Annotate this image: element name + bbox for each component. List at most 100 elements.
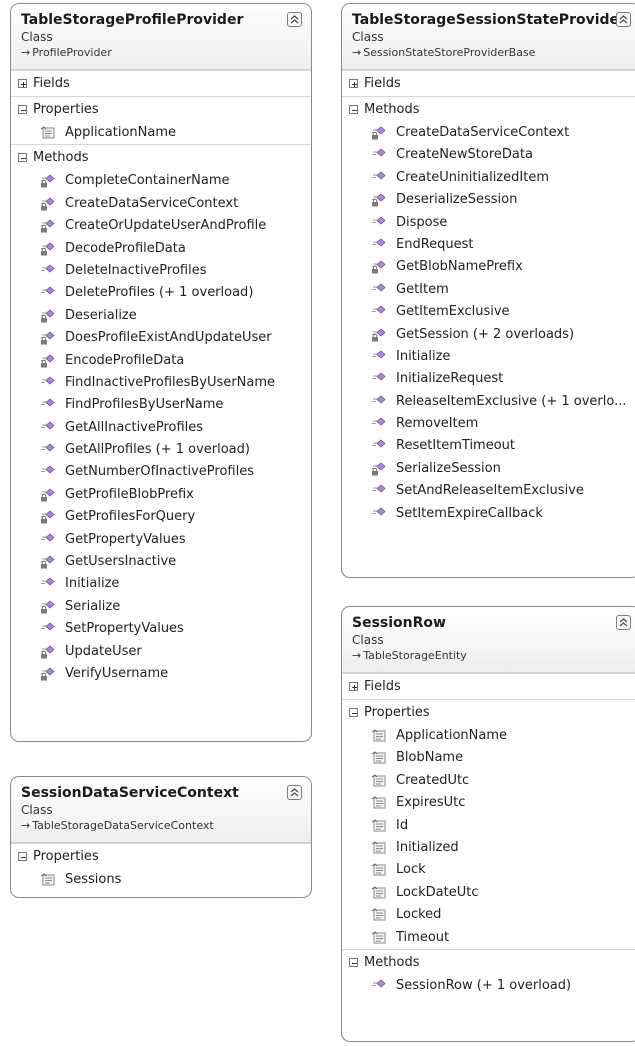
method-item[interactable]: GetUsersInactive <box>11 551 311 573</box>
collapse-card-icon[interactable] <box>287 12 302 27</box>
method-item[interactable]: SetPropertyValues <box>11 618 311 640</box>
collapse-section-icon[interactable] <box>18 852 27 861</box>
method-item[interactable]: GetItem <box>342 279 635 301</box>
class-card-tablestoragesessionstateprovider[interactable]: TableStorageSessionStateProvider Class →… <box>341 3 635 578</box>
method-item[interactable]: DoesProfileExistAndUpdateUser <box>11 327 311 349</box>
class-kind: Class <box>21 30 53 44</box>
method-item[interactable]: DeleteProfiles (+ 1 overload) <box>11 282 311 304</box>
collapse-section-icon[interactable] <box>349 708 358 717</box>
method-item[interactable]: VerifyUsername <box>11 663 311 685</box>
class-card-sessiondataservicecontext[interactable]: SessionDataServiceContext Class → TableSt… <box>10 776 312 898</box>
property-item[interactable]: Sessions <box>11 869 311 891</box>
collapse-card-icon[interactable] <box>616 12 631 27</box>
section-fields[interactable]: Fields <box>11 70 311 96</box>
property-item[interactable]: Lock <box>342 859 635 881</box>
expand-icon[interactable] <box>349 79 358 88</box>
method-item[interactable]: RemoveItem <box>342 413 635 435</box>
section-methods[interactable]: Methods <box>11 144 311 170</box>
method-item[interactable]: CompleteContainerName <box>11 170 311 192</box>
method-name: GetSession (+ 2 overloads) <box>396 326 575 342</box>
section-methods[interactable]: Methods <box>342 96 635 122</box>
class-card-sessionrow[interactable]: SessionRow Class → TableStorageEntity Fie… <box>341 606 635 1042</box>
property-item[interactable]: ExpiresUtc <box>342 792 635 814</box>
inheritance-arrow-icon: → <box>21 819 31 832</box>
method-item[interactable]: ResetItemTimeout <box>342 435 635 457</box>
section-methods[interactable]: Methods <box>342 948 635 975</box>
card-header: SessionRow Class → TableStorageEntity <box>342 607 635 673</box>
property-item[interactable]: ApplicationName <box>11 122 311 144</box>
method-item[interactable]: CreateDataServiceContext <box>11 193 311 215</box>
property-item[interactable]: BlobName <box>342 747 635 769</box>
method-item[interactable]: GetNumberOfInactiveProfiles <box>11 461 311 483</box>
method-item[interactable]: EndRequest <box>342 234 635 256</box>
method-item[interactable]: SerializeSession <box>342 458 635 480</box>
method-item[interactable]: GetItemExclusive <box>342 301 635 323</box>
section-properties[interactable]: Properties <box>11 843 311 869</box>
method-item[interactable]: Initialize <box>342 346 635 368</box>
method-item[interactable]: CreateDataServiceContext <box>342 122 635 144</box>
method-item[interactable]: DeserializeSession <box>342 189 635 211</box>
collapse-card-icon[interactable] <box>287 785 302 800</box>
method-item[interactable]: SetAndReleaseItemExclusive <box>342 480 635 502</box>
property-item[interactable]: Initialized <box>342 837 635 859</box>
method-item[interactable]: UpdateUser <box>11 641 311 663</box>
method-icon <box>371 238 387 252</box>
property-item[interactable]: Timeout <box>342 927 635 949</box>
section-properties[interactable]: Properties <box>342 699 635 725</box>
method-item[interactable]: FindProfilesByUserName <box>11 394 311 416</box>
method-item[interactable]: GetBlobNamePrefix <box>342 256 635 278</box>
card-header: SessionDataServiceContext Class → TableSt… <box>11 777 311 843</box>
method-item[interactable]: GetPropertyValues <box>11 529 311 551</box>
method-item[interactable]: Deserialize <box>11 305 311 327</box>
method-item[interactable]: CreateUninitializedItem <box>342 167 635 189</box>
collapse-section-icon[interactable] <box>18 153 27 163</box>
property-item[interactable]: LockDateUtc <box>342 882 635 904</box>
method-item[interactable]: EncodeProfileData <box>11 350 311 372</box>
property-item[interactable]: Locked <box>342 904 635 926</box>
property-icon <box>371 774 387 788</box>
method-item[interactable]: CreateOrUpdateUserAndProfile <box>11 215 311 237</box>
method-item[interactable]: InitializeRequest <box>342 368 635 390</box>
method-name: CompleteContainerName <box>65 173 230 189</box>
section-fields[interactable]: Fields <box>342 673 635 699</box>
method-item[interactable]: ReleaseItemExclusive (+ 1 overlo... <box>342 391 635 413</box>
method-item[interactable]: GetProfilesForQuery <box>11 506 311 528</box>
base-class: → TableStorageDataServiceContext <box>21 818 277 834</box>
section-properties[interactable]: Properties <box>11 96 311 122</box>
property-item[interactable]: ApplicationName <box>342 725 635 747</box>
method-item[interactable]: DeleteInactiveProfiles <box>11 260 311 282</box>
property-item[interactable]: CreatedUtc <box>342 770 635 792</box>
property-name: ApplicationName <box>65 125 176 140</box>
method-item[interactable]: SetItemExpireCallback <box>342 503 635 525</box>
method-name: DeleteProfiles (+ 1 overload) <box>65 285 254 301</box>
class-title: TableStorageProfileProvider <box>21 12 244 28</box>
section-fields[interactable]: Fields <box>342 70 635 96</box>
property-item[interactable]: Id <box>342 815 635 837</box>
expand-icon[interactable] <box>349 682 358 691</box>
expand-icon[interactable] <box>18 79 27 88</box>
method-item[interactable]: GetSession (+ 2 overloads) <box>342 324 635 346</box>
section-label: Properties <box>33 102 99 117</box>
collapse-section-icon[interactable] <box>349 957 358 967</box>
section-label: Fields <box>364 76 401 91</box>
method-item[interactable]: CreateNewStoreData <box>342 144 635 166</box>
collapse-card-icon[interactable] <box>616 615 631 630</box>
method-name: CreateNewStoreData <box>396 147 533 163</box>
method-name: GetItem <box>396 281 449 297</box>
method-item[interactable]: GetAllInactiveProfiles <box>11 417 311 439</box>
method-item[interactable]: Serialize <box>11 596 311 618</box>
method-item[interactable]: Initialize <box>11 573 311 595</box>
method-item[interactable]: FindInactiveProfilesByUserName <box>11 372 311 394</box>
property-name: Initialized <box>396 839 459 855</box>
method-item[interactable]: GetAllProfiles (+ 1 overload) <box>11 439 311 461</box>
method-item[interactable]: DecodeProfileData <box>11 238 311 260</box>
base-class: → ProfileProvider <box>21 45 277 61</box>
method-item[interactable]: GetProfileBlobPrefix <box>11 484 311 506</box>
collapse-section-icon[interactable] <box>349 105 358 114</box>
method-item[interactable]: SessionRow (+ 1 overload) <box>342 975 635 997</box>
method-icon <box>371 283 387 297</box>
section-label: Methods <box>33 150 89 166</box>
class-card-tablestorageprofileprovider[interactable]: TableStorageProfileProvider Class → Profi… <box>10 3 312 742</box>
method-item[interactable]: Dispose <box>342 212 635 234</box>
collapse-section-icon[interactable] <box>18 105 27 114</box>
